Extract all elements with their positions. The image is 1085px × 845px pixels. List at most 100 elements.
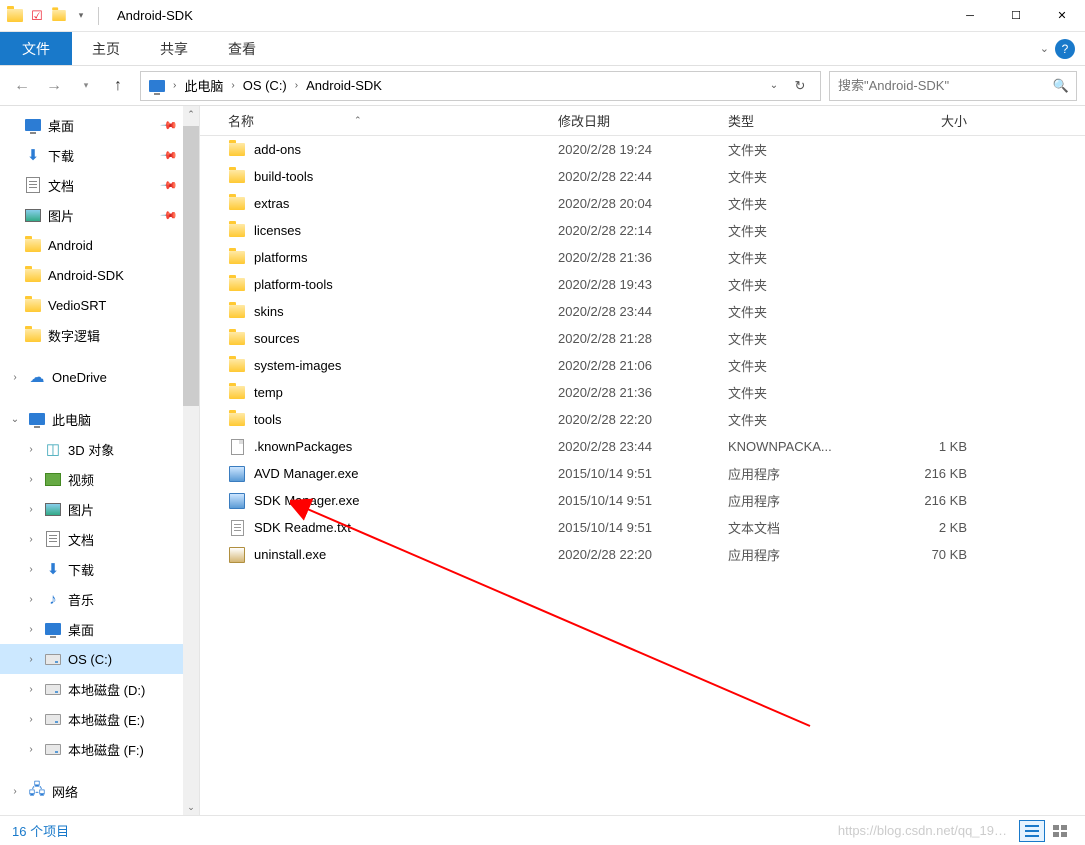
- column-size[interactable]: 大小: [875, 111, 975, 130]
- file-name: platforms: [254, 250, 307, 265]
- close-button[interactable]: ✕: [1039, 0, 1085, 32]
- tree-item-quick[interactable]: 桌面 📌: [0, 110, 184, 140]
- file-row[interactable]: build-tools 2020/2/28 22:44 文件夹: [200, 163, 1085, 190]
- tree-item-quick[interactable]: Android: [0, 230, 184, 260]
- tree-item-music[interactable]: › ♪ 音乐: [0, 584, 184, 614]
- qat-dropdown-icon[interactable]: ▾: [72, 7, 90, 25]
- qat-new-folder-icon[interactable]: [50, 7, 68, 25]
- details-view-button[interactable]: [1019, 820, 1045, 842]
- tree-item-video[interactable]: › 视频: [0, 464, 184, 494]
- thumbnails-view-button[interactable]: [1047, 820, 1073, 842]
- file-row[interactable]: tools 2020/2/28 22:20 文件夹: [200, 406, 1085, 433]
- tab-home[interactable]: 主页: [72, 32, 140, 65]
- column-name[interactable]: 名称⌃: [220, 111, 550, 130]
- file-row[interactable]: sources 2020/2/28 21:28 文件夹: [200, 325, 1085, 352]
- expand-icon[interactable]: ›: [24, 592, 38, 606]
- tree-label: 网络: [52, 782, 78, 801]
- file-name: SDK Manager.exe: [254, 493, 360, 508]
- crumb-drive[interactable]: OS (C:): [239, 72, 291, 100]
- pc-icon[interactable]: [145, 72, 169, 100]
- maximize-button[interactable]: ☐: [993, 0, 1039, 32]
- tree-item-drive[interactable]: › 本地磁盘 (F:): [0, 734, 184, 764]
- file-row[interactable]: skins 2020/2/28 23:44 文件夹: [200, 298, 1085, 325]
- expand-icon[interactable]: ›: [8, 784, 22, 798]
- tree-item-quick[interactable]: VedioSRT: [0, 290, 184, 320]
- tree-item-quick[interactable]: Android-SDK: [0, 260, 184, 290]
- tree-label: 音乐: [68, 590, 94, 609]
- file-row[interactable]: system-images 2020/2/28 21:06 文件夹: [200, 352, 1085, 379]
- crumb-folder[interactable]: Android-SDK: [302, 72, 386, 100]
- tree-item-drive[interactable]: › 本地磁盘 (E:): [0, 704, 184, 734]
- tree-item-desktop[interactable]: › 桌面: [0, 614, 184, 644]
- tree-item-drive[interactable]: › 本地磁盘 (D:): [0, 674, 184, 704]
- refresh-icon[interactable]: ↻: [788, 74, 812, 98]
- expand-icon[interactable]: ›: [24, 622, 38, 636]
- expand-icon[interactable]: ›: [24, 742, 38, 756]
- breadcrumb[interactable]: › 此电脑 › OS (C:) › Android-SDK ⌄ ↻: [140, 71, 821, 101]
- expand-icon[interactable]: ›: [24, 532, 38, 546]
- minimize-button[interactable]: ─: [947, 0, 993, 32]
- scrollbar-thumb[interactable]: [183, 126, 199, 406]
- ribbon-expand-icon[interactable]: ⌄: [1040, 42, 1049, 55]
- search-input[interactable]: [830, 78, 1046, 93]
- scroll-down-icon[interactable]: ⌄: [183, 799, 199, 815]
- file-row[interactable]: uninstall.exe 2020/2/28 22:20 应用程序 70 KB: [200, 541, 1085, 568]
- file-row[interactable]: SDK Readme.txt 2015/10/14 9:51 文本文档 2 KB: [200, 514, 1085, 541]
- file-row[interactable]: AVD Manager.exe 2015/10/14 9:51 应用程序 216…: [200, 460, 1085, 487]
- expand-icon[interactable]: ›: [24, 682, 38, 696]
- chevron-right-icon[interactable]: ›: [169, 80, 180, 91]
- up-button[interactable]: ↑: [104, 72, 132, 100]
- file-row[interactable]: temp 2020/2/28 21:36 文件夹: [200, 379, 1085, 406]
- search-icon[interactable]: 🔍: [1046, 78, 1076, 94]
- tree-item-quick[interactable]: ⬇ 下载 📌: [0, 140, 184, 170]
- tree-item-3d[interactable]: › ◫ 3D 对象: [0, 434, 184, 464]
- search-box[interactable]: 🔍: [829, 71, 1077, 101]
- forward-button[interactable]: →: [40, 72, 68, 100]
- tree-item-quick[interactable]: 图片 📌: [0, 200, 184, 230]
- file-date: 2020/2/28 21:36: [550, 385, 720, 400]
- crumb-thispc[interactable]: 此电脑: [180, 72, 227, 100]
- back-button[interactable]: ←: [8, 72, 36, 100]
- tree-item-pic[interactable]: › 图片: [0, 494, 184, 524]
- tree-item-quick[interactable]: 数字逻辑: [0, 320, 184, 350]
- tab-view[interactable]: 查看: [208, 32, 276, 65]
- file-row[interactable]: platforms 2020/2/28 21:36 文件夹: [200, 244, 1085, 271]
- title-bar: ☑ ▾ Android-SDK ─ ☐ ✕: [0, 0, 1085, 32]
- tree-item-doc[interactable]: › 文档: [0, 524, 184, 554]
- tree-item-drive[interactable]: › OS (C:): [0, 644, 184, 674]
- ribbon-tabs: 文件 主页 共享 查看 ⌄ ?: [0, 32, 1085, 66]
- tree-item-thispc[interactable]: ⌄ 此电脑: [0, 404, 184, 434]
- folder-icon: [228, 357, 246, 375]
- expand-icon[interactable]: ›: [24, 442, 38, 456]
- file-row[interactable]: SDK Manager.exe 2015/10/14 9:51 应用程序 216…: [200, 487, 1085, 514]
- expand-icon[interactable]: ›: [24, 562, 38, 576]
- scroll-up-icon[interactable]: ⌃: [183, 106, 199, 122]
- address-dropdown-icon[interactable]: ⌄: [762, 74, 786, 98]
- tree-item-onedrive[interactable]: › ☁ OneDrive: [0, 362, 184, 392]
- expand-icon[interactable]: ›: [24, 472, 38, 486]
- chevron-right-icon[interactable]: ›: [227, 80, 238, 91]
- qat-properties-icon[interactable]: ☑: [28, 7, 46, 25]
- expand-icon[interactable]: ›: [8, 370, 22, 384]
- file-row[interactable]: .knownPackages 2020/2/28 23:44 KNOWNPACK…: [200, 433, 1085, 460]
- file-row[interactable]: extras 2020/2/28 20:04 文件夹: [200, 190, 1085, 217]
- file-row[interactable]: licenses 2020/2/28 22:14 文件夹: [200, 217, 1085, 244]
- file-row[interactable]: add-ons 2020/2/28 19:24 文件夹: [200, 136, 1085, 163]
- tree-item-quick[interactable]: 文档 📌: [0, 170, 184, 200]
- collapse-icon[interactable]: ⌄: [8, 412, 22, 426]
- file-size: 70 KB: [875, 547, 975, 562]
- chevron-right-icon[interactable]: ›: [291, 80, 302, 91]
- recent-dropdown-icon[interactable]: ▾: [72, 72, 100, 100]
- expand-icon[interactable]: ›: [24, 652, 38, 666]
- tree-item-network[interactable]: › 🖧 网络: [0, 776, 184, 806]
- expand-icon[interactable]: ›: [24, 502, 38, 516]
- file-tab[interactable]: 文件: [0, 32, 72, 65]
- column-type[interactable]: 类型: [720, 111, 875, 130]
- file-row[interactable]: platform-tools 2020/2/28 19:43 文件夹: [200, 271, 1085, 298]
- help-icon[interactable]: ?: [1055, 39, 1075, 59]
- tab-share[interactable]: 共享: [140, 32, 208, 65]
- tree-item-download[interactable]: › ⬇ 下载: [0, 554, 184, 584]
- watermark-text: https://blog.csdn.net/qq_19…: [838, 823, 1007, 838]
- column-date[interactable]: 修改日期: [550, 111, 720, 130]
- expand-icon[interactable]: ›: [24, 712, 38, 726]
